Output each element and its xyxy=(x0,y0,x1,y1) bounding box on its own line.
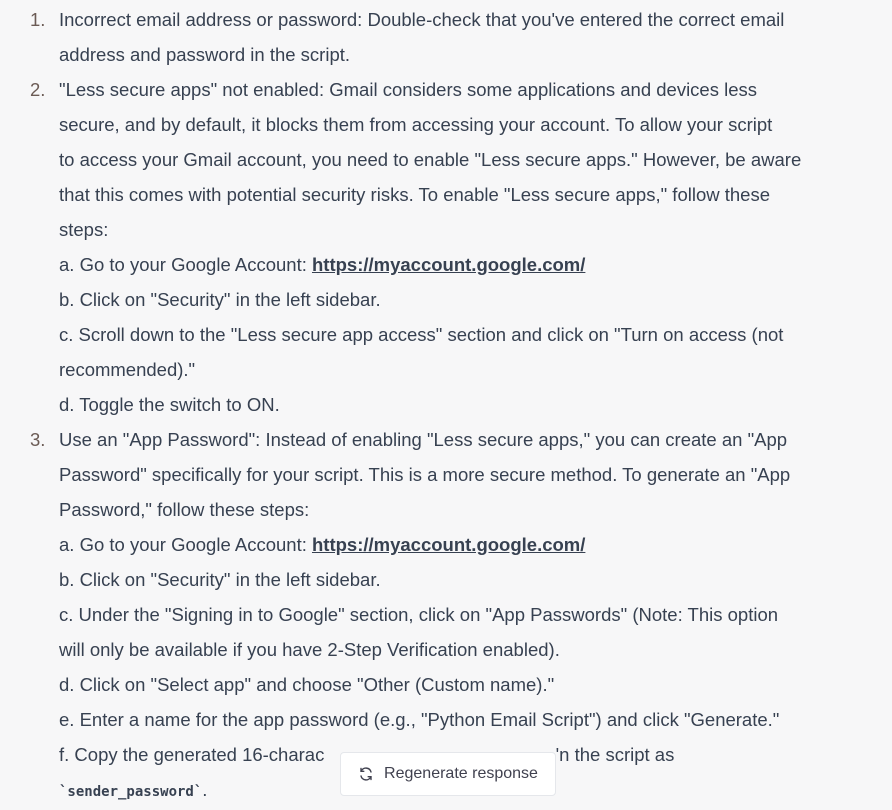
regenerate-label: Regenerate response xyxy=(384,765,538,782)
google-account-link[interactable]: https://myaccount.google.com/ xyxy=(312,254,585,275)
step-text: d. Toggle the switch to ON. xyxy=(59,394,280,415)
list-text: that this comes with potential security … xyxy=(59,184,771,205)
list-text: address and password in the script. xyxy=(59,44,351,65)
step-text: e. Enter a name for the app password (e.… xyxy=(59,709,780,730)
list-text: secure, and by default, it blocks them f… xyxy=(59,114,773,135)
step-text: will only be available if you have 2-Ste… xyxy=(59,639,560,660)
step-text: d. Click on "Select app" and choose "Oth… xyxy=(59,674,555,695)
step-a-text: a. Go to your Google Account: xyxy=(59,534,312,555)
list-text: "Less secure apps" not enabled: Gmail co… xyxy=(59,79,758,100)
step-text: recommended)." xyxy=(59,359,196,380)
list-text: to access your Gmail account, you need t… xyxy=(59,149,802,170)
step-text: b. Click on "Security" in the left sideb… xyxy=(59,289,381,310)
google-account-link[interactable]: https://myaccount.google.com/ xyxy=(312,534,585,555)
step-a-text: a. Go to your Google Account: xyxy=(59,254,312,275)
list-text: Incorrect email address or password: Dou… xyxy=(59,9,785,30)
step-a: a. Go to your Google Account: https://my… xyxy=(59,527,585,562)
refresh-icon xyxy=(360,767,372,781)
step-text: c. Under the "Signing in to Google" sect… xyxy=(59,604,779,625)
step-text: c. Scroll down to the "Less secure app a… xyxy=(59,324,784,345)
code-suffix: . xyxy=(202,779,208,800)
code-sender-password: `sender_password` xyxy=(59,784,203,800)
list-number: 2. xyxy=(30,79,46,100)
list-text: steps: xyxy=(59,219,109,240)
regenerate-response-button[interactable]: Regenerate response xyxy=(340,752,556,796)
step-a: a. Go to your Google Account: https://my… xyxy=(59,247,585,282)
list-text: Password," follow these steps: xyxy=(59,499,310,520)
list-text: Use an "App Password": Instead of enabli… xyxy=(59,429,788,450)
step-text: b. Click on "Security" in the left sideb… xyxy=(59,569,381,590)
list-number: 1. xyxy=(30,9,46,30)
list-number: 3. xyxy=(30,429,46,450)
list-text: Password" specifically for your script. … xyxy=(59,464,791,485)
